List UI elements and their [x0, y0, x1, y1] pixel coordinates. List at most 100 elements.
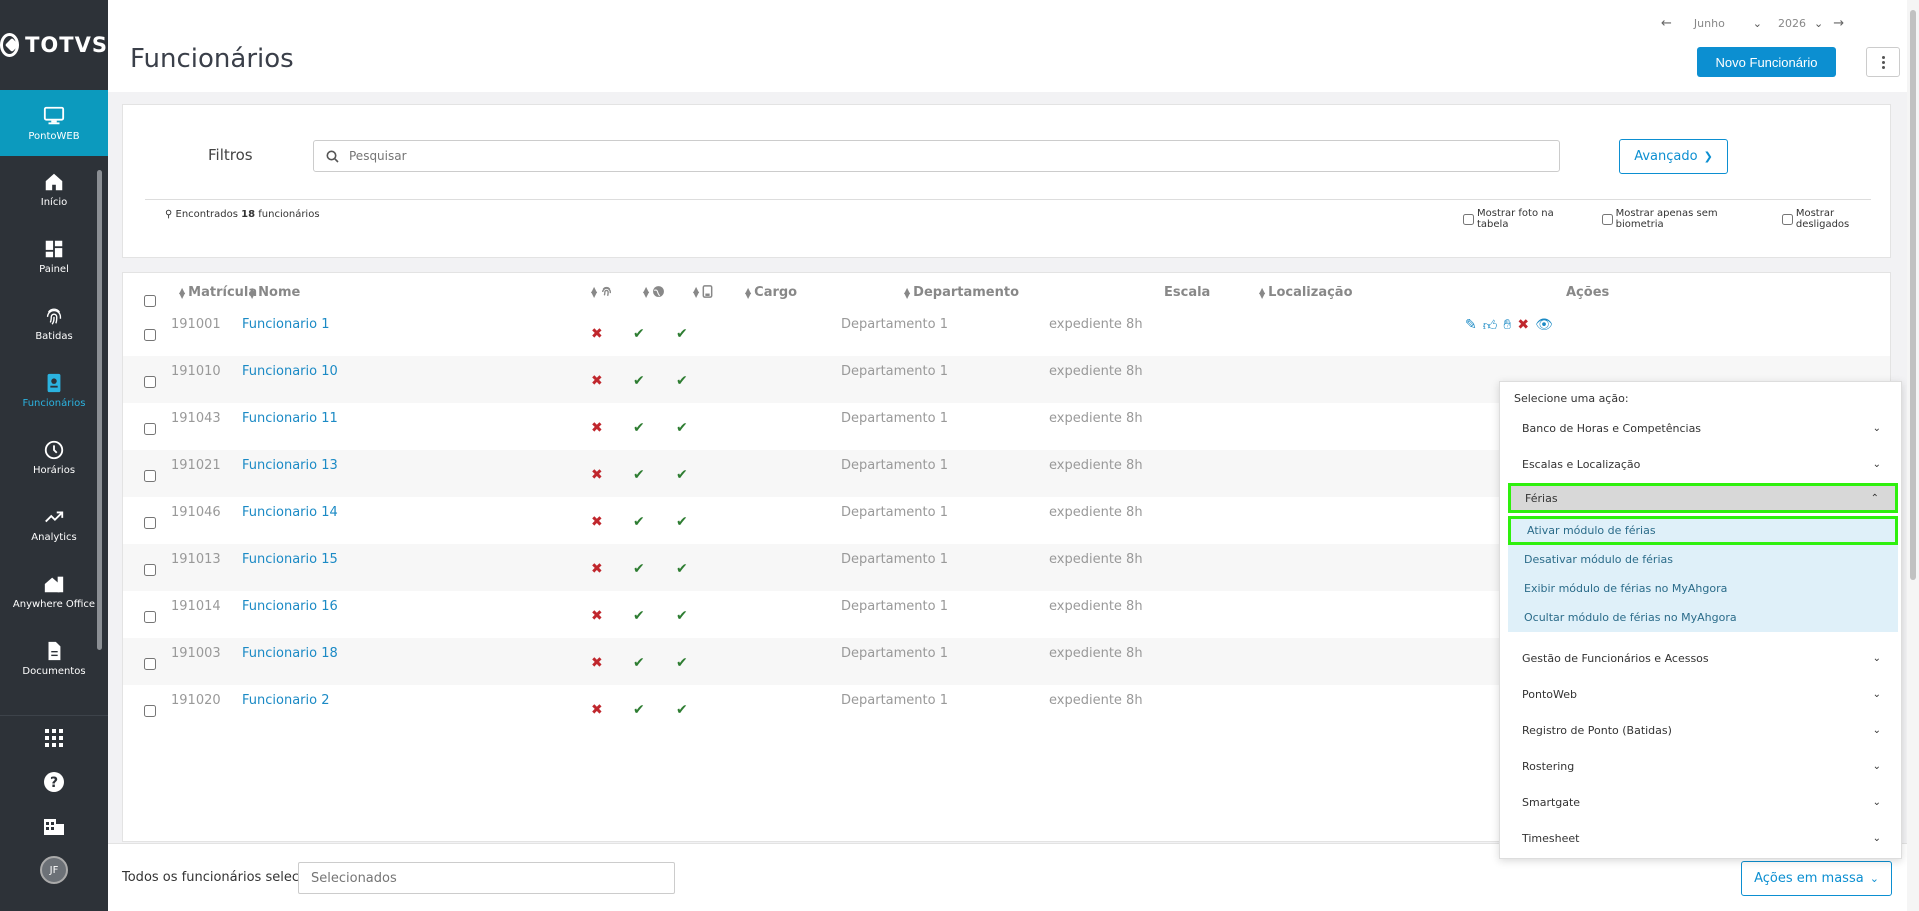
more-options-button[interactable] — [1866, 47, 1900, 77]
building-icon[interactable] — [0, 804, 108, 848]
show-photo-checkbox[interactable] — [1463, 213, 1474, 225]
row-checkbox[interactable] — [144, 329, 156, 341]
advanced-label: Avançado — [1634, 149, 1698, 164]
arrow-left-icon[interactable]: ← — [1661, 16, 1672, 31]
dropdown-group[interactable]: Smartgate ⌄ — [1508, 787, 1897, 817]
thumbs-up-icon[interactable]: 👍︎ — [1483, 317, 1498, 334]
mobile-icon — [702, 285, 713, 298]
dropdown-group[interactable]: Banco de Horas e Competências ⌄ — [1508, 413, 1897, 443]
dropdown-group[interactable]: Escalas e Localização ⌄ — [1508, 449, 1897, 479]
dropdown-sub-item[interactable]: Ocultar módulo de férias no MyAhgora — [1508, 603, 1898, 632]
sidebar-item-horarios[interactable]: Horários — [0, 424, 108, 491]
year-select[interactable]: 2026 ⌄ — [1778, 17, 1823, 30]
search-input[interactable] — [349, 149, 1529, 163]
sidebar-scrollbar[interactable] — [97, 170, 102, 650]
arrow-right-icon[interactable]: → — [1833, 16, 1844, 31]
hand-icon[interactable]: ✋︎ — [1503, 317, 1511, 334]
cell-matricula: 191013 — [171, 552, 221, 567]
sidebar-item-funcionarios[interactable]: Funcionários — [0, 357, 108, 424]
chevron-up-icon: ⌃ — [1870, 492, 1879, 504]
mass-actions-button[interactable]: Ações em massa ⌄ — [1741, 861, 1892, 896]
dropdown-group[interactable]: Rostering ⌄ — [1508, 751, 1897, 781]
chevron-down-icon: ⌄ — [1872, 796, 1881, 808]
page-scrollbar[interactable] — [1907, 0, 1919, 911]
employee-name-link[interactable]: Funcionario 18 — [242, 646, 338, 661]
check-icon: ✔ — [633, 326, 645, 342]
row-checkbox[interactable] — [144, 517, 156, 529]
sidebar-item-batidas[interactable]: Batidas — [0, 290, 108, 357]
check-icon: ✔ — [633, 655, 645, 671]
column-header-matricula[interactable]: ▲ ▼ Matrícula — [179, 285, 257, 300]
row-checkbox[interactable] — [144, 564, 156, 576]
employee-name-link[interactable]: Funcionario 10 — [242, 364, 338, 379]
employee-name-link[interactable]: Funcionario 14 — [242, 505, 338, 520]
fingerprint-icon — [46, 308, 62, 325]
row-checkbox[interactable] — [144, 658, 156, 670]
trend-icon — [45, 511, 64, 523]
column-header-web[interactable]: ▲ ▼ — [643, 285, 665, 298]
employee-name-link[interactable]: Funcionario 15 — [242, 552, 338, 567]
new-employee-button[interactable]: Novo Funcionário — [1697, 47, 1836, 77]
column-header-cargo[interactable]: ▲ ▼ Cargo — [745, 285, 797, 300]
employee-name-link[interactable]: Funcionario 2 — [242, 693, 329, 708]
clock-icon — [44, 440, 64, 460]
avatar[interactable]: JF — [0, 848, 108, 892]
row-checkbox[interactable] — [144, 705, 156, 717]
found-prefix: Encontrados — [175, 209, 238, 220]
column-header-localizacao[interactable]: ▲ ▼ Localização — [1259, 285, 1353, 300]
dropdown-sub-item[interactable]: Ativar módulo de férias — [1508, 516, 1898, 545]
row-checkbox[interactable] — [144, 611, 156, 623]
row-checkbox[interactable] — [144, 376, 156, 388]
delete-icon[interactable]: ✖ — [1517, 317, 1529, 334]
sidebar-item-painel[interactable]: Painel — [0, 223, 108, 290]
globe-icon — [653, 286, 665, 297]
employee-name-link[interactable]: Funcionario 16 — [242, 599, 338, 614]
dropdown-group[interactable]: Férias ⌃ — [1508, 483, 1898, 513]
dropdown-group[interactable]: PontoWeb ⌄ — [1508, 679, 1897, 709]
totvs-logo[interactable]: TOTVS — [0, 0, 108, 90]
cell-matricula: 191046 — [171, 505, 221, 520]
dropdown-group[interactable]: Timesheet ⌄ — [1508, 823, 1897, 853]
row-checkbox[interactable] — [144, 423, 156, 435]
cell-escala: expediente 8h — [1049, 505, 1143, 520]
sidebar-item-documentos[interactable]: Documentos — [0, 625, 108, 692]
cross-icon: ✖ — [591, 514, 603, 530]
employee-name-link[interactable]: Funcionario 11 — [242, 411, 338, 426]
cross-icon: ✖ — [591, 561, 603, 577]
select-all-checkbox[interactable] — [144, 295, 156, 307]
show-fired-checkbox[interactable] — [1781, 213, 1793, 225]
column-header-acoes: Ações — [1566, 285, 1609, 300]
row-checkbox[interactable] — [144, 470, 156, 482]
eye-icon[interactable]: 👁︎ — [1535, 317, 1553, 334]
sidebar-item-anywhere-office[interactable]: Anywhere Office — [0, 558, 108, 625]
dropdown-sub-item[interactable]: Exibir módulo de férias no MyAhgora — [1508, 574, 1898, 603]
sidebar-item-inicio[interactable]: Início — [0, 156, 108, 223]
employee-name-link[interactable]: Funcionario 1 — [242, 317, 329, 332]
show-photo-option: Mostrar foto na tabela — [1463, 208, 1588, 230]
dropdown-sub-item[interactable]: Desativar módulo de férias — [1508, 545, 1898, 574]
column-header-departamento[interactable]: ▲ ▼ Departamento — [904, 285, 1019, 300]
chevron-down-icon: ❯ — [1703, 150, 1713, 163]
selected-input[interactable] — [298, 862, 675, 894]
no-biometry-checkbox[interactable] — [1601, 213, 1613, 225]
check-icon: ✔ — [633, 420, 645, 436]
edit-icon[interactable]: ✎ — [1465, 317, 1477, 334]
dropdown-group[interactable]: Registro de Ponto (Batidas) ⌄ — [1508, 715, 1897, 745]
column-header-mobile[interactable]: ▲ ▼ — [693, 285, 713, 298]
column-header-nome[interactable]: ▲ ▼ Nome — [249, 285, 300, 300]
column-header-biometry[interactable]: ▲ ▼ — [591, 285, 613, 298]
dropdown-group[interactable]: Gestão de Funcionários e Acessos ⌄ — [1508, 643, 1897, 673]
help-icon[interactable]: ? — [0, 760, 108, 804]
advanced-filter-button[interactable]: Avançado ❯ — [1619, 139, 1728, 174]
employee-name-link[interactable]: Funcionario 13 — [242, 458, 338, 473]
header-label: Cargo — [754, 285, 798, 300]
month-select[interactable]: Junho ⌄ — [1682, 17, 1762, 30]
sidebar-item-analytics[interactable]: Analytics — [0, 491, 108, 558]
scrollbar-thumb[interactable] — [1910, 10, 1916, 580]
sidebar-item-label: Documentos — [22, 666, 86, 677]
sort-icon: ▲ ▼ — [1259, 285, 1266, 300]
apps-grid-icon[interactable] — [0, 716, 108, 760]
year-value: 2026 — [1778, 17, 1807, 30]
sidebar-item-pontoweb[interactable]: PontoWEB — [0, 90, 108, 156]
no-biometry-option: Mostrar apenas sem biometria — [1601, 208, 1768, 230]
